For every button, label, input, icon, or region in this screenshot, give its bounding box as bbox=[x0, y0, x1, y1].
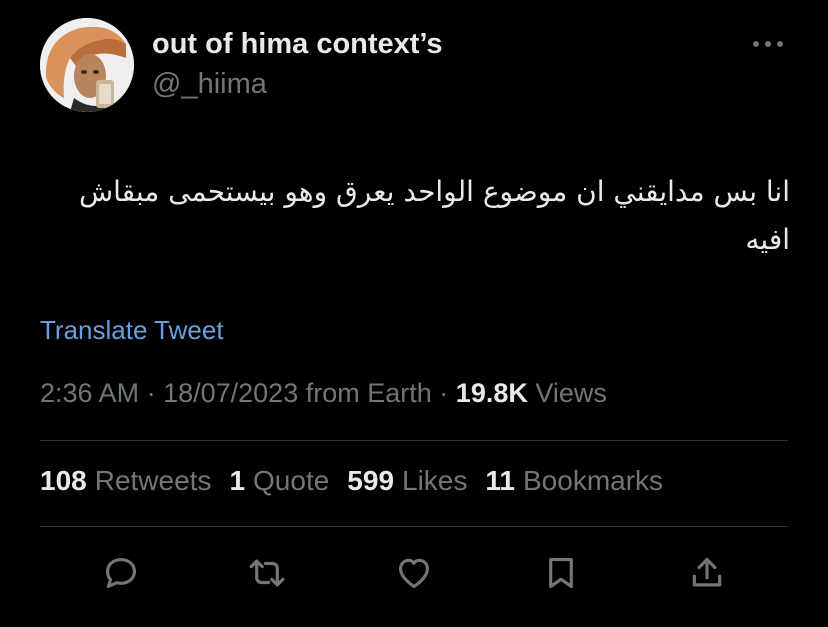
views-count[interactable]: 19.8K bbox=[456, 378, 528, 408]
translate-tweet-link[interactable]: Translate Tweet bbox=[40, 315, 224, 346]
tweet-detail: out of hima context’s @_hiima انا بس مدا… bbox=[0, 0, 828, 627]
meta-separator: · bbox=[146, 378, 164, 408]
bookmarks-stat[interactable]: 11 Bookmarks bbox=[485, 465, 663, 497]
quotes-count: 1 bbox=[229, 465, 246, 496]
tweet-date[interactable]: 18/07/2023 bbox=[163, 378, 298, 408]
likes-stat[interactable]: 599 Likes bbox=[347, 465, 467, 497]
divider bbox=[40, 440, 788, 441]
display-name[interactable]: out of hima context’s bbox=[152, 28, 443, 61]
tweet-actions bbox=[40, 550, 788, 596]
user-handle[interactable]: @_hiima bbox=[152, 68, 267, 101]
share-icon bbox=[692, 557, 722, 587]
bookmarks-label: Bookmarks bbox=[523, 465, 664, 496]
quotes-label: Quote bbox=[253, 465, 330, 496]
reply-button[interactable] bbox=[98, 550, 144, 596]
likes-label: Likes bbox=[402, 465, 468, 496]
quotes-stat[interactable]: 1 Quote bbox=[229, 465, 329, 497]
bookmarks-count: 11 bbox=[485, 465, 515, 496]
retweets-stat[interactable]: 108 Retweets bbox=[40, 465, 211, 497]
likes-count: 599 bbox=[347, 465, 395, 496]
more-horizontal-icon bbox=[753, 41, 783, 47]
tweet-text: انا بس مدايقني ان موضوع الواحد يعرق وهو … bbox=[78, 175, 790, 256]
retweet-button[interactable] bbox=[244, 550, 290, 596]
share-button[interactable] bbox=[684, 550, 730, 596]
heart-icon bbox=[398, 558, 430, 589]
tweet-source: from Earth bbox=[305, 378, 432, 408]
divider bbox=[40, 526, 788, 527]
engagement-stats: 108 Retweets 1 Quote 599 Likes 11 Bookmarks bbox=[40, 465, 663, 497]
meta-separator: · bbox=[439, 378, 456, 408]
bookmark-button[interactable] bbox=[538, 550, 584, 596]
avatar-image bbox=[40, 18, 134, 112]
avatar[interactable] bbox=[40, 18, 134, 112]
retweet-icon bbox=[249, 559, 285, 587]
more-options-button[interactable] bbox=[748, 32, 788, 56]
tweet-meta: 2:36 AM · 18/07/2023 from Earth · 19.8K … bbox=[40, 378, 607, 409]
like-button[interactable] bbox=[391, 550, 437, 596]
tweet-time[interactable]: 2:36 AM bbox=[40, 378, 139, 408]
tweet-header: out of hima context’s @_hiima bbox=[40, 18, 788, 114]
retweets-label: Retweets bbox=[94, 465, 212, 496]
retweets-count: 108 bbox=[40, 465, 87, 496]
bookmark-icon bbox=[549, 557, 573, 589]
views-label[interactable]: Views bbox=[535, 378, 607, 408]
reply-icon bbox=[105, 557, 137, 589]
